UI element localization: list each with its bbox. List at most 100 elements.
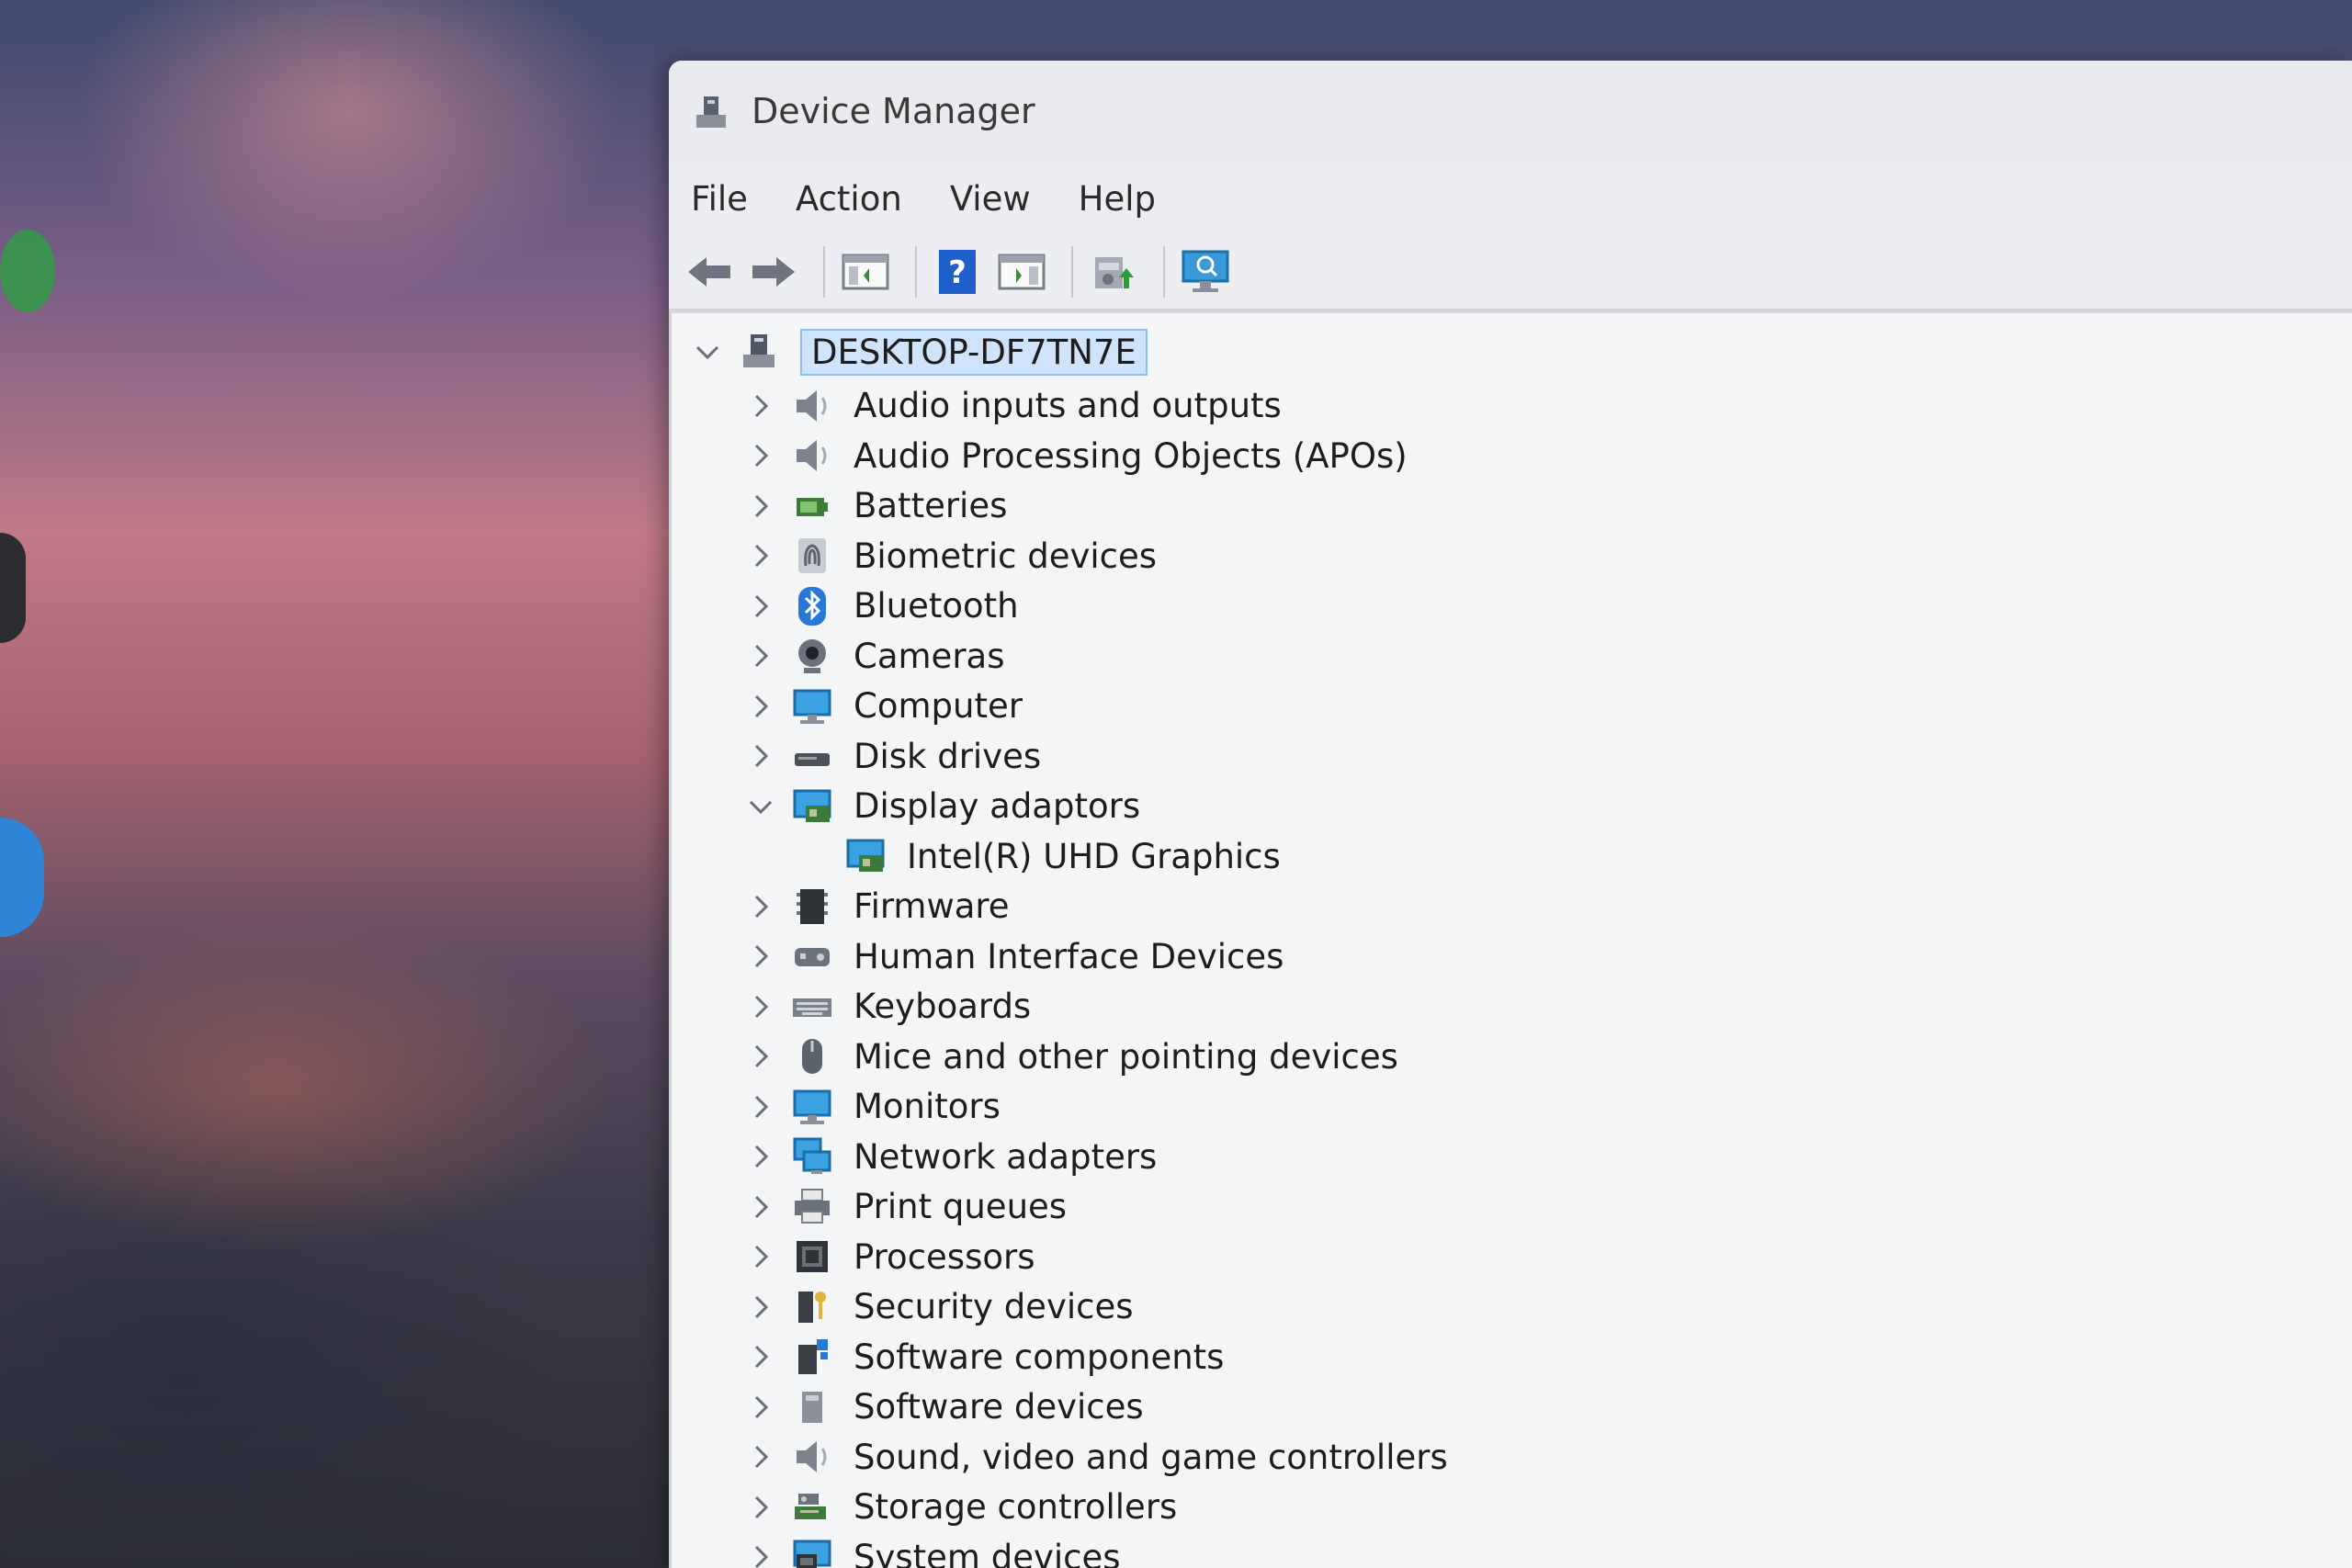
action-pane-icon	[998, 254, 1046, 290]
expand-toggle[interactable]	[743, 989, 778, 1024]
speaker-icon	[797, 440, 827, 471]
desktop-app-icon[interactable]	[0, 230, 55, 312]
menu-action[interactable]: Action	[796, 179, 902, 219]
category-label: Software devices	[854, 1387, 1144, 1427]
category-label: System devices	[854, 1537, 1121, 1568]
expand-toggle[interactable]	[743, 1490, 778, 1525]
tree-category[interactable]: Sound, video and game controllers	[743, 1433, 1448, 1481]
menu-help[interactable]: Help	[1079, 179, 1156, 219]
desktop-app-icon[interactable]	[0, 533, 26, 643]
hid-icon	[795, 948, 830, 966]
title-bar[interactable]: Device Manager	[669, 61, 2352, 162]
security-icon	[798, 1291, 826, 1323]
tree-category[interactable]: Mice and other pointing devices	[743, 1032, 1398, 1080]
category-label: Bluetooth	[854, 586, 1019, 626]
expand-toggle[interactable]	[690, 334, 725, 369]
expand-toggle[interactable]	[743, 1039, 778, 1074]
expand-toggle[interactable]	[743, 1239, 778, 1274]
expand-toggle[interactable]	[743, 1190, 778, 1224]
tree-category[interactable]: Audio inputs and outputs	[743, 382, 1282, 430]
back-button[interactable]	[682, 244, 737, 299]
expand-toggle[interactable]	[743, 438, 778, 473]
category-label: Human Interface Devices	[854, 936, 1284, 976]
expand-toggle[interactable]	[743, 589, 778, 624]
tree-category[interactable]: Cameras	[743, 632, 1004, 680]
expand-toggle[interactable]	[743, 1339, 778, 1374]
chevron-right-icon	[754, 694, 769, 717]
tree-category[interactable]: Processors	[743, 1233, 1035, 1280]
toolbar-separator	[1071, 246, 1073, 298]
show-hide-console-tree-button[interactable]	[838, 244, 893, 299]
chevron-right-icon	[754, 944, 769, 968]
software-device-icon	[802, 1391, 822, 1423]
tree-category[interactable]: Firmware	[743, 883, 1010, 931]
expand-toggle[interactable]	[743, 789, 778, 824]
device-manager-window: Device Manager File Action View Help ? D…	[669, 61, 2352, 1568]
category-label: Disk drives	[854, 736, 1042, 776]
expand-toggle[interactable]	[743, 689, 778, 724]
chevron-right-icon	[754, 644, 769, 668]
tree-category[interactable]: Audio Processing Objects (APOs)	[743, 432, 1408, 479]
tree-category[interactable]: System devices	[743, 1533, 1121, 1568]
help-button[interactable]: ?	[930, 244, 985, 299]
back-icon	[688, 257, 730, 287]
device-tree: DESKTOP-DF7TN7E Audio inputs and outputs A…	[669, 310, 2352, 1568]
chevron-right-icon	[754, 444, 769, 468]
chevron-right-icon	[754, 1495, 769, 1518]
system-devices-icon	[793, 1540, 831, 1568]
toolbar-separator	[1163, 246, 1165, 298]
show-hide-console-tree-icon	[842, 254, 889, 290]
tree-category[interactable]: Software devices	[743, 1383, 1144, 1431]
expand-toggle[interactable]	[743, 1089, 778, 1124]
update-driver-button[interactable]	[1086, 244, 1141, 299]
tree-category[interactable]: Network adapters	[743, 1133, 1157, 1180]
network-icon	[793, 1137, 831, 1174]
expand-toggle[interactable]	[743, 1139, 778, 1174]
expand-toggle[interactable]	[743, 889, 778, 924]
expand-toggle[interactable]	[743, 489, 778, 524]
category-label: Security devices	[854, 1287, 1134, 1326]
action-pane-button[interactable]	[994, 244, 1049, 299]
tree-device[interactable]: Intel(R) UHD Graphics	[844, 832, 1281, 880]
chevron-right-icon	[754, 494, 769, 517]
tree-category[interactable]: Human Interface Devices	[743, 932, 1283, 980]
category-label: Computer	[854, 686, 1023, 726]
scan-hardware-button[interactable]	[1178, 244, 1233, 299]
expand-toggle[interactable]	[743, 638, 778, 673]
tree-category[interactable]: Batteries	[743, 482, 1007, 530]
tree-category[interactable]: Bluetooth	[743, 582, 1019, 630]
category-label: Display adaptors	[854, 786, 1141, 826]
expand-toggle[interactable]	[743, 1290, 778, 1325]
keyboard-icon	[793, 998, 831, 1017]
tree-category[interactable]: Keyboards	[743, 983, 1031, 1031]
expand-toggle[interactable]	[743, 939, 778, 974]
expand-toggle[interactable]	[743, 1390, 778, 1425]
tree-category[interactable]: Computer	[743, 682, 1023, 730]
tree-category[interactable]: Software components	[743, 1333, 1224, 1381]
camera-icon	[798, 639, 826, 673]
category-label: Print queues	[854, 1187, 1068, 1226]
help-icon: ?	[939, 250, 976, 294]
expand-toggle[interactable]	[743, 739, 778, 773]
computer-icon	[793, 689, 831, 724]
tree-category[interactable]: Biometric devices	[743, 532, 1157, 580]
menu-view[interactable]: View	[950, 179, 1031, 219]
tree-category[interactable]: Disk drives	[743, 732, 1041, 780]
monitor-icon	[793, 1089, 831, 1124]
expand-toggle[interactable]	[743, 389, 778, 423]
tree-category[interactable]: Monitors	[743, 1083, 1001, 1131]
tree-category[interactable]: Security devices	[743, 1283, 1134, 1331]
expand-toggle[interactable]	[743, 1540, 778, 1568]
category-label: Processors	[854, 1236, 1035, 1277]
speaker-icon	[797, 1441, 827, 1472]
disk-icon	[795, 753, 830, 766]
category-label: Mice and other pointing devices	[854, 1036, 1398, 1077]
tree-root[interactable]: DESKTOP-DF7TN7E	[690, 328, 1148, 376]
expand-toggle[interactable]	[743, 1439, 778, 1474]
tree-category[interactable]: Storage controllers	[743, 1483, 1177, 1531]
tree-category[interactable]: Display adaptors	[743, 783, 1140, 830]
expand-toggle[interactable]	[743, 538, 778, 573]
forward-button[interactable]	[746, 244, 801, 299]
menu-file[interactable]: File	[691, 179, 748, 219]
tree-category[interactable]: Print queues	[743, 1183, 1067, 1231]
